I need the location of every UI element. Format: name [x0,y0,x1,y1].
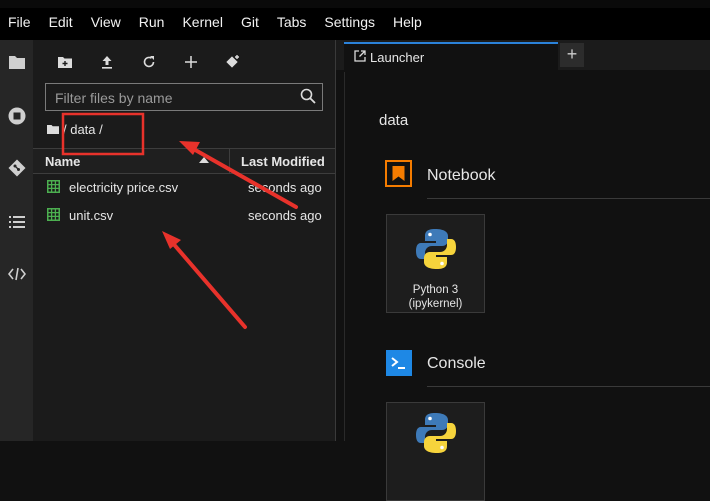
csv-file-icon [47,208,60,224]
breadcrumb: / data / [47,122,103,137]
python-logo-icon [415,411,457,460]
section-divider [427,198,710,199]
tab-launcher[interactable]: Launcher [344,42,558,70]
new-tab-button[interactable]: + [560,43,584,67]
search-icon[interactable] [300,88,316,109]
activity-bar [0,40,34,441]
breadcrumb-path[interactable]: / data / [63,122,103,137]
refresh-icon[interactable] [137,50,161,74]
table-of-contents-icon[interactable] [0,202,33,242]
console-section-icon [386,350,412,381]
python3-console-card[interactable] [386,402,485,501]
tab-bar: Launcher + [336,40,710,70]
git-clone-icon[interactable] [221,50,245,74]
menu-bar: File Edit View Run Kernel Git Tabs Setti… [0,0,710,40]
kernel-label: Python 3 (ipykernel) [408,284,463,310]
breadcrumb-home-icon[interactable] [47,122,59,137]
tab-label: Launcher [370,50,425,65]
menu-run[interactable]: Run [139,14,165,30]
menu-edit[interactable]: Edit [49,14,73,30]
file-modified: seconds ago [248,180,322,195]
column-divider[interactable] [229,149,230,173]
launcher-tab-icon [354,50,366,65]
filter-files-field[interactable] [45,83,323,112]
upload-icon[interactable] [95,50,119,74]
menu-list: File Edit View Run Kernel Git Tabs Setti… [8,14,440,30]
menu-tabs[interactable]: Tabs [277,14,307,30]
console-section-title: Console [427,355,486,372]
git-icon[interactable] [0,148,33,188]
python-logo-icon [415,227,457,276]
running-icon[interactable] [0,96,33,136]
menu-git[interactable]: Git [241,14,259,30]
new-launcher-icon[interactable] [179,50,203,74]
column-name-header[interactable]: Name [45,154,80,169]
file-name: unit.csv [69,208,114,223]
top-edge [0,0,710,8]
file-browser: / data / Name Last Modified electricity … [33,40,336,441]
file-row[interactable]: unit.csv seconds ago [33,202,335,228]
extensions-icon[interactable] [0,254,33,294]
notebook-section-title: Notebook [427,167,496,184]
file-modified: seconds ago [248,208,322,223]
menu-kernel[interactable]: Kernel [182,14,222,30]
menu-view[interactable]: View [91,14,121,30]
folder-icon[interactable] [0,42,33,82]
filter-files-input[interactable] [46,84,297,112]
new-folder-icon[interactable] [53,50,77,74]
file-row[interactable]: electricity price.csv seconds ago [33,174,335,200]
csv-file-icon [47,180,60,196]
column-modified-header[interactable]: Last Modified [241,154,325,169]
python3-notebook-card[interactable]: Python 3 (ipykernel) [386,214,485,313]
launcher-cwd: data [379,112,409,129]
menu-settings[interactable]: Settings [324,14,375,30]
sort-ascending-icon [199,157,209,163]
menu-help[interactable]: Help [393,14,422,30]
launcher-panel: data Notebook Python 3 (ipykernel) Conso… [344,72,710,501]
section-divider [427,386,710,387]
notebook-section-icon [385,160,412,192]
file-name: electricity price.csv [69,180,179,195]
file-list-header: Name Last Modified [33,148,335,174]
menu-file[interactable]: File [8,14,31,30]
